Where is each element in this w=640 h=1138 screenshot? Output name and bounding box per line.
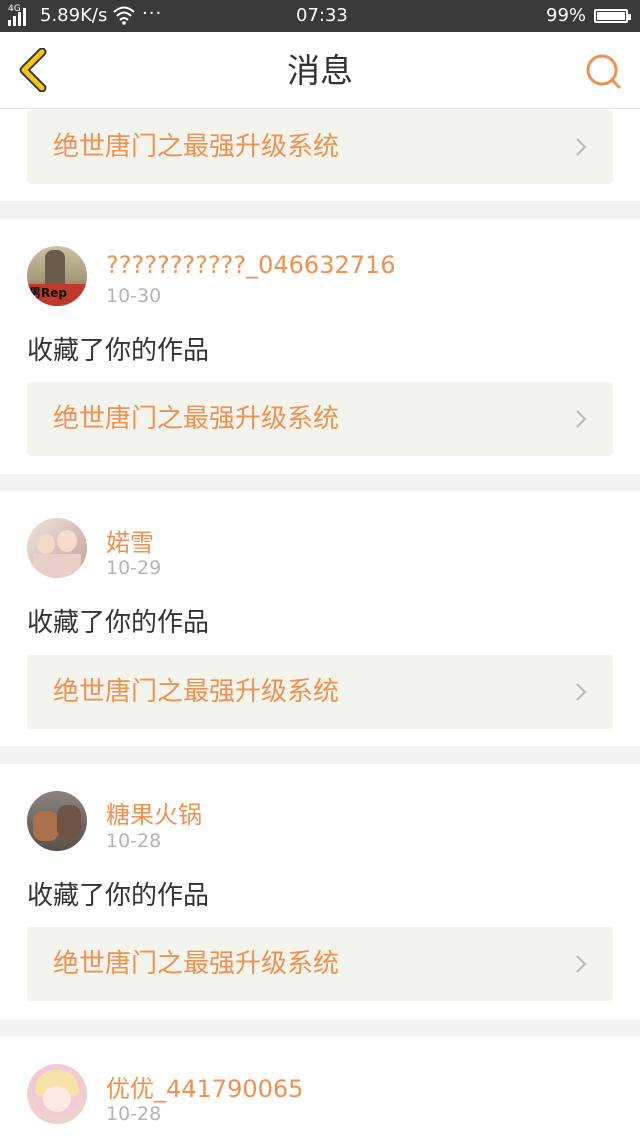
user-name[interactable]: 糖果火锅 xyxy=(106,795,202,830)
signal-icon: 4G xyxy=(8,4,26,26)
message-card: 男Rep ???????????_046632716 10-30 收藏了你的作品… xyxy=(0,219,640,474)
battery-percent: 99% xyxy=(546,5,587,26)
user-name[interactable]: ???????????_046632716 xyxy=(106,251,396,279)
network-speed: 5.89K/s xyxy=(40,5,108,26)
message-card: 糖果火锅 10-28 收藏了你的作品 绝世唐门之最强升级系统 xyxy=(0,764,640,1019)
message-card: 婼雪 10-29 收藏了你的作品 绝世唐门之最强升级系统 xyxy=(0,491,640,746)
status-bar: 4G 5.89K/s ··· 07:33 99% xyxy=(0,0,640,32)
avatar[interactable] xyxy=(27,518,87,578)
message-action: 收藏了你的作品 xyxy=(27,608,210,638)
battery-icon xyxy=(594,9,631,23)
wifi-icon xyxy=(113,6,135,25)
search-icon[interactable] xyxy=(584,52,624,92)
work-link[interactable]: 绝世唐门之最强升级系统 xyxy=(27,382,613,456)
message-date: 10-30 xyxy=(106,285,162,307)
more-notifications-icon: ··· xyxy=(142,3,163,24)
network-type: 4G xyxy=(8,4,21,14)
message-card: 优优_441790065 10-28 xyxy=(0,1037,640,1138)
work-link[interactable]: 绝世唐门之最强升级系统 xyxy=(27,655,613,729)
avatar[interactable] xyxy=(27,791,87,851)
message-date: 10-28 xyxy=(106,1103,162,1125)
message-date: 10-28 xyxy=(106,830,162,852)
work-link[interactable]: 绝世唐门之最强升级系统 xyxy=(27,110,613,184)
page-title: 消息 xyxy=(287,51,353,90)
chevron-right-icon xyxy=(576,683,587,701)
user-name[interactable]: 婼雪 xyxy=(106,523,154,558)
work-title: 绝世唐门之最强升级系统 xyxy=(53,677,340,707)
user-name[interactable]: 优优_441790065 xyxy=(106,1069,303,1104)
chevron-left-icon[interactable] xyxy=(14,48,54,92)
message-card: 绝世唐门之最强升级系统 xyxy=(0,109,640,201)
clock: 07:33 xyxy=(296,5,348,26)
chevron-right-icon xyxy=(576,138,587,156)
work-title: 绝世唐门之最强升级系统 xyxy=(53,404,340,434)
avatar[interactable]: 男Rep xyxy=(27,246,87,306)
message-date: 10-29 xyxy=(106,557,162,579)
message-action: 收藏了你的作品 xyxy=(27,881,210,911)
work-link[interactable]: 绝世唐门之最强升级系统 xyxy=(27,927,613,1001)
chevron-right-icon xyxy=(576,955,587,973)
avatar[interactable] xyxy=(27,1064,87,1124)
nav-bar: 消息 xyxy=(0,32,640,109)
avatar-label: 男Rep xyxy=(29,286,67,300)
message-action: 收藏了你的作品 xyxy=(27,336,210,366)
work-title: 绝世唐门之最强升级系统 xyxy=(53,132,340,162)
work-title: 绝世唐门之最强升级系统 xyxy=(53,949,340,979)
chevron-right-icon xyxy=(576,410,587,428)
